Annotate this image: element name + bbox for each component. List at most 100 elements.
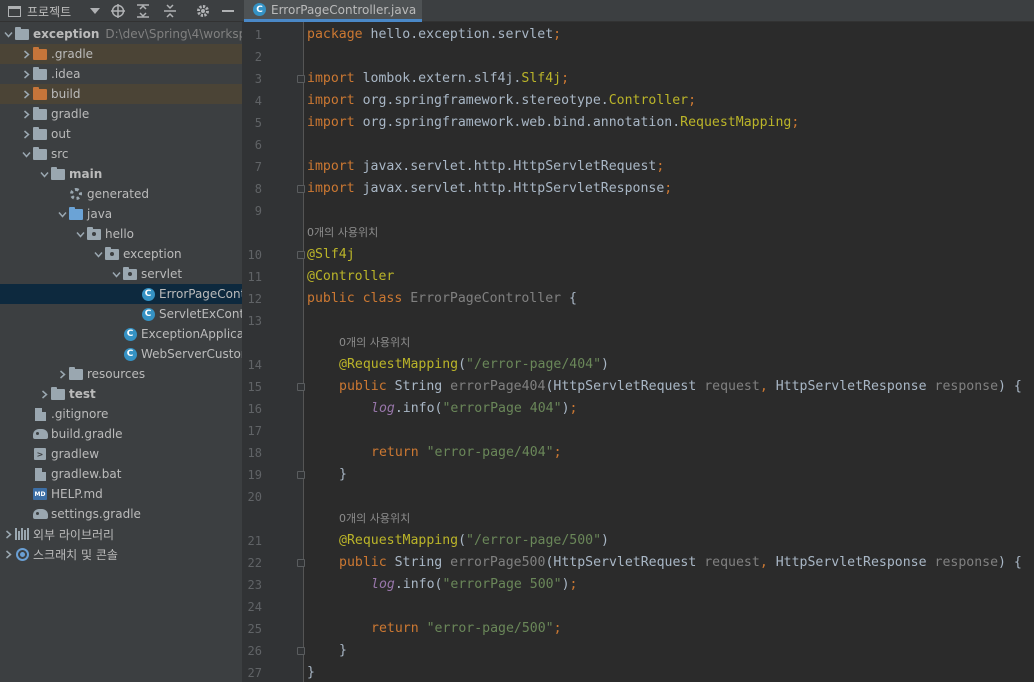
chevron-down-icon[interactable]: [90, 0, 100, 22]
chevron-right-icon[interactable]: [20, 84, 32, 104]
tree-item[interactable]: hello: [0, 224, 242, 244]
code-line[interactable]: @RequestMapping("/error-page/500"): [339, 530, 609, 552]
chevron-right-icon[interactable]: [20, 64, 32, 84]
gear-icon[interactable]: [196, 0, 210, 22]
tree-item[interactable]: 스크래치 및 콘솔: [0, 544, 242, 564]
code-line[interactable]: import javax.servlet.http.HttpServletReq…: [307, 156, 664, 178]
code-line[interactable]: import org.springframework.web.bind.anno…: [307, 112, 799, 134]
code-token: ;: [553, 445, 562, 460]
usage-hint[interactable]: 0개의 사용위치: [339, 508, 410, 530]
tree-item[interactable]: MD HELP.md: [0, 484, 242, 504]
usage-hint[interactable]: 0개의 사용위치: [307, 222, 378, 244]
project-window-icon: [8, 0, 22, 22]
chevron-right-icon[interactable]: [20, 104, 32, 124]
code-line[interactable]: public String errorPage500(HttpServletRe…: [339, 552, 1022, 574]
tree-item-label: hello: [105, 227, 134, 241]
chevron-down-icon[interactable]: [110, 264, 122, 284]
chevron-right-icon[interactable]: [20, 44, 32, 64]
code-line[interactable]: }: [339, 464, 347, 486]
code-token: ): [561, 401, 570, 416]
minimize-icon[interactable]: [222, 0, 234, 22]
usage-hint[interactable]: 0개의 사용위치: [339, 332, 410, 354]
tree-item-label: settings.gradle: [51, 507, 141, 521]
code-line[interactable]: return "error-page/404";: [371, 442, 562, 464]
tree-item-label: gradle: [51, 107, 90, 121]
tree-item[interactable]: C ExceptionApplicat: [0, 324, 242, 344]
chevron-down-icon[interactable]: [74, 224, 86, 244]
crosshair-icon[interactable]: [111, 0, 125, 22]
code-token: errorPage404: [450, 379, 546, 394]
tree-item[interactable]: exception: [0, 244, 242, 264]
tree-item[interactable]: settings.gradle: [0, 504, 242, 524]
tree-item[interactable]: C ErrorPageCont: [0, 284, 242, 304]
tree-item[interactable]: .idea: [0, 64, 242, 84]
code-line[interactable]: import org.springframework.stereotype.Co…: [307, 90, 696, 112]
chevron-down-icon[interactable]: [56, 204, 68, 224]
fold-marker-icon[interactable]: [297, 251, 305, 259]
tab-error-page-controller[interactable]: C ErrorPageController.java: [244, 0, 422, 22]
code-editor[interactable]: package hello.exception.servlet; import l…: [307, 22, 1034, 682]
project-toolbar: 프로젝트: [0, 0, 242, 22]
tree-item[interactable]: main: [0, 164, 242, 184]
chevron-down-icon[interactable]: [2, 24, 14, 44]
tree-item[interactable]: test: [0, 384, 242, 404]
java-class-icon: C: [253, 3, 266, 16]
code-line[interactable]: import javax.servlet.http.HttpServletRes…: [307, 178, 672, 200]
tree-item[interactable]: build.gradle: [0, 424, 242, 444]
code-token: ;: [688, 93, 697, 108]
code-line[interactable]: @Controller: [307, 266, 394, 288]
fold-marker-icon[interactable]: [297, 75, 305, 83]
code-line[interactable]: package hello.exception.servlet;: [307, 24, 561, 46]
tree-item[interactable]: out: [0, 124, 242, 144]
code-line[interactable]: return "error-page/500";: [371, 618, 562, 640]
fold-marker-icon[interactable]: [297, 383, 305, 391]
tree-item[interactable]: > gradlew: [0, 444, 242, 464]
code-line[interactable]: import lombok.extern.slf4j.Slf4j;: [307, 68, 569, 90]
code-line[interactable]: }: [307, 662, 315, 682]
code-token: public: [339, 555, 395, 570]
code-line[interactable]: public class ErrorPageController {: [307, 288, 577, 310]
tree-item[interactable]: .gradle: [0, 44, 242, 64]
line-number: 6: [254, 138, 262, 152]
chevron-right-icon[interactable]: [56, 364, 68, 384]
code-line[interactable]: public String errorPage404(HttpServletRe…: [339, 376, 1022, 398]
code-line[interactable]: log.info("errorPage 500");: [371, 574, 577, 596]
chevron-right-icon[interactable]: [2, 524, 14, 544]
tree-item[interactable]: servlet: [0, 264, 242, 284]
code-line[interactable]: @Slf4j: [307, 244, 355, 266]
fold-marker-icon[interactable]: [297, 471, 305, 479]
code-line[interactable]: @RequestMapping("/error-page/404"): [339, 354, 609, 376]
tree-item[interactable]: C WebServerCustom: [0, 344, 242, 364]
line-number-gutter: 1 2 3 4 5 6 7 8 9 10 11 12 13 14 15 16 17 18 19 20 21 22 23 24 2…: [242, 22, 305, 682]
collapse-all-icon[interactable]: [164, 0, 176, 22]
java-class-icon: C: [140, 304, 156, 324]
tree-item[interactable]: .gitignore: [0, 404, 242, 424]
chevron-right-icon[interactable]: [2, 544, 14, 564]
chevron-down-icon[interactable]: [92, 244, 104, 264]
tree-item[interactable]: java: [0, 204, 242, 224]
project-panel-title[interactable]: 프로젝트: [27, 0, 71, 22]
package-icon: [122, 264, 138, 284]
code-line[interactable]: log.info("errorPage 404");: [371, 398, 577, 420]
code-line[interactable]: }: [339, 640, 347, 662]
tree-item[interactable]: resources: [0, 364, 242, 384]
tree-item[interactable]: 외부 라이브러리: [0, 524, 242, 544]
fold-marker-icon[interactable]: [297, 185, 305, 193]
chevron-down-icon[interactable]: [38, 164, 50, 184]
line-number: 14: [247, 358, 262, 372]
fold-marker-icon[interactable]: [297, 559, 305, 567]
chevron-right-icon[interactable]: [20, 124, 32, 144]
chevron-right-icon[interactable]: [38, 384, 50, 404]
tree-item[interactable]: C ServletExContr: [0, 304, 242, 324]
excluded-folder-icon: [32, 84, 48, 104]
tree-item[interactable]: generated: [0, 184, 242, 204]
tree-item[interactable]: exception D:\dev\Spring\4\worksp: [0, 24, 242, 44]
chevron-down-icon[interactable]: [20, 144, 32, 164]
fold-marker-icon[interactable]: [297, 647, 305, 655]
tree-item[interactable]: src: [0, 144, 242, 164]
tree-item[interactable]: gradle: [0, 104, 242, 124]
tree-item[interactable]: build: [0, 84, 242, 104]
expand-all-icon[interactable]: [137, 0, 149, 22]
tree-item[interactable]: gradlew.bat: [0, 464, 242, 484]
code-token: RequestMapping: [680, 115, 792, 130]
